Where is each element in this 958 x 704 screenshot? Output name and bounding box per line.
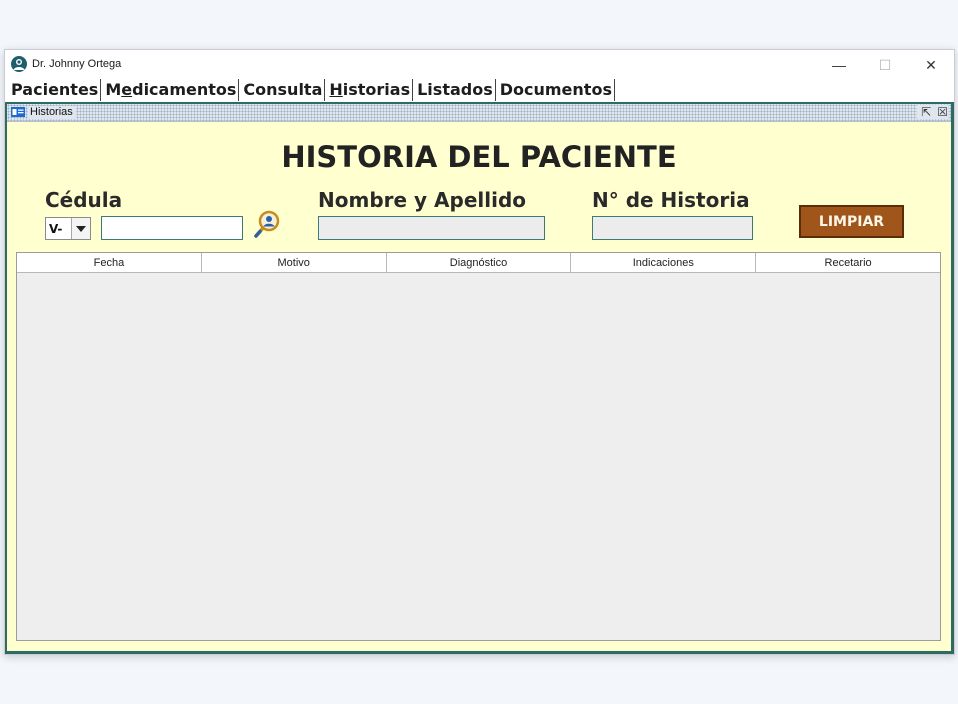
cedula-input[interactable] xyxy=(101,216,243,240)
menu-listados[interactable]: Listados xyxy=(415,79,496,101)
column-header-indicaciones[interactable]: Indicaciones xyxy=(571,253,757,272)
chevron-down-icon[interactable] xyxy=(71,218,90,239)
internal-frame-title-bar[interactable]: Historias ⇱ ☒ xyxy=(7,104,951,122)
cedula-label: Cédula xyxy=(45,188,123,212)
frame-close-button[interactable]: ☒ xyxy=(937,105,948,119)
close-button[interactable]: ✕ xyxy=(908,52,954,78)
column-header-diagnostico[interactable]: Diagnóstico xyxy=(387,253,572,272)
cedula-prefix-select[interactable]: V- xyxy=(45,217,91,240)
historia-label: N° de Historia xyxy=(592,188,750,212)
page-title: HISTORIA DEL PACIENTE xyxy=(281,140,677,174)
history-table[interactable]: Fecha Motivo Diagnóstico Indicaciones Re… xyxy=(16,252,941,641)
column-header-motivo[interactable]: Motivo xyxy=(202,253,387,272)
table-header: Fecha Motivo Diagnóstico Indicaciones Re… xyxy=(17,253,940,273)
desktop-pane: Historias ⇱ ☒ HISTORIA DEL PACIENTE Cédu… xyxy=(5,102,954,654)
menu-medicamentos[interactable]: Medicamentos xyxy=(103,79,240,101)
title-bar: Dr. Johnny Ortega — ☐ ✕ xyxy=(5,50,954,78)
column-header-fecha[interactable]: Fecha xyxy=(17,253,202,272)
menu-pacientes[interactable]: Pacientes xyxy=(9,79,102,101)
menu-historias[interactable]: Historias xyxy=(327,79,414,101)
id-card-icon xyxy=(11,107,25,117)
restore-button[interactable]: ⇱ xyxy=(921,105,931,119)
nombre-field[interactable] xyxy=(318,216,545,240)
column-header-recetario[interactable]: Recetario xyxy=(756,253,940,272)
menu-documentos[interactable]: Documentos xyxy=(498,79,615,101)
minimize-button[interactable]: — xyxy=(816,52,862,78)
historias-internal-frame: Historias ⇱ ☒ HISTORIA DEL PACIENTE Cédu… xyxy=(6,103,952,652)
app-window: Dr. Johnny Ortega — ☐ ✕ Pacientes Medica… xyxy=(4,49,955,655)
internal-frame-controls: ⇱ ☒ xyxy=(917,105,948,119)
internal-frame-title: Historias xyxy=(28,106,76,119)
nombre-label: Nombre y Apellido xyxy=(318,188,527,212)
maximize-button[interactable]: ☐ xyxy=(862,52,908,78)
clear-button[interactable]: LIMPIAR xyxy=(799,205,904,238)
historia-number-field[interactable] xyxy=(592,216,753,240)
menu-bar: Pacientes Medicamentos Consulta Historia… xyxy=(5,78,954,102)
search-patient-icon[interactable] xyxy=(251,208,281,240)
cedula-prefix-value: V- xyxy=(49,221,63,236)
window-title: Dr. Johnny Ortega xyxy=(32,58,122,70)
doctor-avatar-icon xyxy=(11,56,27,72)
menu-consulta[interactable]: Consulta xyxy=(241,79,326,101)
